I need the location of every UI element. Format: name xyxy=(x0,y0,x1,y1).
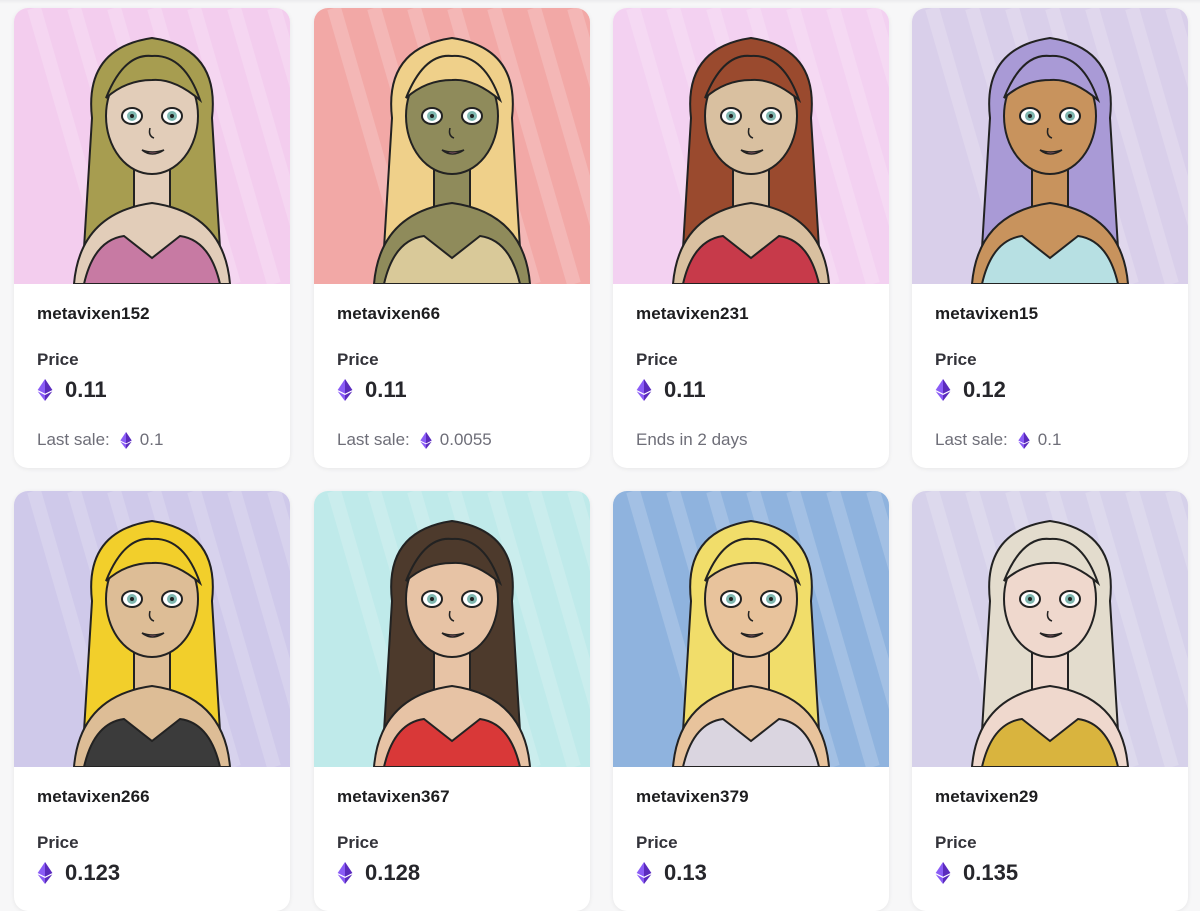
nft-card[interactable]: metavixen367 Price 0.128 xyxy=(314,491,590,911)
ethereum-icon xyxy=(935,379,951,401)
ethereum-icon xyxy=(37,379,53,401)
last-sale-value: 0.1 xyxy=(139,430,164,449)
price-value: 0.11 xyxy=(365,377,407,402)
footer-label: Last sale: xyxy=(37,430,110,449)
footer-label: Ends in 2 days xyxy=(636,430,748,449)
ethereum-icon xyxy=(337,379,353,401)
ethereum-icon xyxy=(636,379,652,401)
nft-card[interactable]: metavixen152 Price 0.11 Last sale: 0.1 xyxy=(14,8,290,468)
price-value: 0.11 xyxy=(65,377,107,402)
card-info: metavixen266 Price 0.123 xyxy=(14,767,290,911)
nft-card[interactable]: metavixen66 Price 0.11 Last sale: 0.0055 xyxy=(314,8,590,468)
last-sale-value: 0.1 xyxy=(1037,430,1062,449)
price-value: 0.13 xyxy=(664,860,707,885)
price-value: 0.11 xyxy=(664,377,706,402)
price-label: Price xyxy=(935,350,977,369)
price-row: 0.12 xyxy=(935,377,1006,403)
auction-ends: Ends in 2 days xyxy=(636,430,748,450)
nft-name[interactable]: metavixen266 xyxy=(37,787,150,807)
price-row: 0.13 xyxy=(636,860,707,886)
last-sale: Last sale: 0.1 xyxy=(935,430,1061,450)
price-label: Price xyxy=(337,350,379,369)
nft-card[interactable]: metavixen231 Price 0.11 Ends in 2 days xyxy=(613,8,889,468)
last-sale: Last sale: 0.1 xyxy=(37,430,163,450)
card-info: metavixen66 Price 0.11 Last sale: 0.0055 xyxy=(314,284,590,468)
card-info: metavixen379 Price 0.13 xyxy=(613,767,889,911)
ethereum-icon xyxy=(37,862,53,884)
nft-image[interactable] xyxy=(314,8,590,284)
price-row: 0.11 xyxy=(337,377,407,403)
nft-image[interactable] xyxy=(314,491,590,767)
nft-name[interactable]: metavixen15 xyxy=(935,304,1038,324)
price-value: 0.135 xyxy=(963,860,1019,885)
price-label: Price xyxy=(636,350,678,369)
price-row: 0.11 xyxy=(636,377,706,403)
card-info: metavixen15 Price 0.12 Last sale: 0.1 xyxy=(912,284,1188,468)
price-label: Price xyxy=(37,833,79,852)
nft-name[interactable]: metavixen379 xyxy=(636,787,749,807)
last-sale-value: 0.0055 xyxy=(439,430,492,449)
price-label: Price xyxy=(636,833,678,852)
price-row: 0.135 xyxy=(935,860,1018,886)
price-value: 0.12 xyxy=(963,377,1006,402)
nft-image[interactable] xyxy=(14,491,290,767)
price-label: Price xyxy=(337,833,379,852)
price-row: 0.128 xyxy=(337,860,420,886)
nft-image[interactable] xyxy=(613,8,889,284)
nft-card[interactable]: metavixen379 Price 0.13 xyxy=(613,491,889,911)
ethereum-icon xyxy=(120,431,132,449)
ethereum-icon xyxy=(1018,431,1030,449)
nft-card[interactable]: metavixen29 Price 0.135 xyxy=(912,491,1188,911)
nft-name[interactable]: metavixen231 xyxy=(636,304,749,324)
price-label: Price xyxy=(935,833,977,852)
nft-card[interactable]: metavixen266 Price 0.123 xyxy=(14,491,290,911)
price-row: 0.123 xyxy=(37,860,120,886)
nft-name[interactable]: metavixen29 xyxy=(935,787,1038,807)
nft-name[interactable]: metavixen66 xyxy=(337,304,440,324)
card-info: metavixen367 Price 0.128 xyxy=(314,767,590,911)
card-info: metavixen231 Price 0.11 Ends in 2 days xyxy=(613,284,889,468)
ethereum-icon xyxy=(935,862,951,884)
ethereum-icon xyxy=(420,431,432,449)
card-info: metavixen29 Price 0.135 xyxy=(912,767,1188,911)
footer-label: Last sale: xyxy=(337,430,410,449)
footer-label: Last sale: xyxy=(935,430,1008,449)
price-value: 0.123 xyxy=(65,860,121,885)
card-info: metavixen152 Price 0.11 Last sale: 0.1 xyxy=(14,284,290,468)
nft-image[interactable] xyxy=(912,8,1188,284)
nft-image[interactable] xyxy=(613,491,889,767)
last-sale: Last sale: 0.0055 xyxy=(337,430,492,450)
ethereum-icon xyxy=(636,862,652,884)
nft-image[interactable] xyxy=(14,8,290,284)
price-label: Price xyxy=(37,350,79,369)
ethereum-icon xyxy=(337,862,353,884)
nft-image[interactable] xyxy=(912,491,1188,767)
price-value: 0.128 xyxy=(365,860,421,885)
nft-name[interactable]: metavixen152 xyxy=(37,304,150,324)
nft-name[interactable]: metavixen367 xyxy=(337,787,450,807)
price-row: 0.11 xyxy=(37,377,107,403)
nft-card-grid: metavixen152 Price 0.11 Last sale: 0.1 m… xyxy=(0,0,1200,911)
nft-card[interactable]: metavixen15 Price 0.12 Last sale: 0.1 xyxy=(912,8,1188,468)
